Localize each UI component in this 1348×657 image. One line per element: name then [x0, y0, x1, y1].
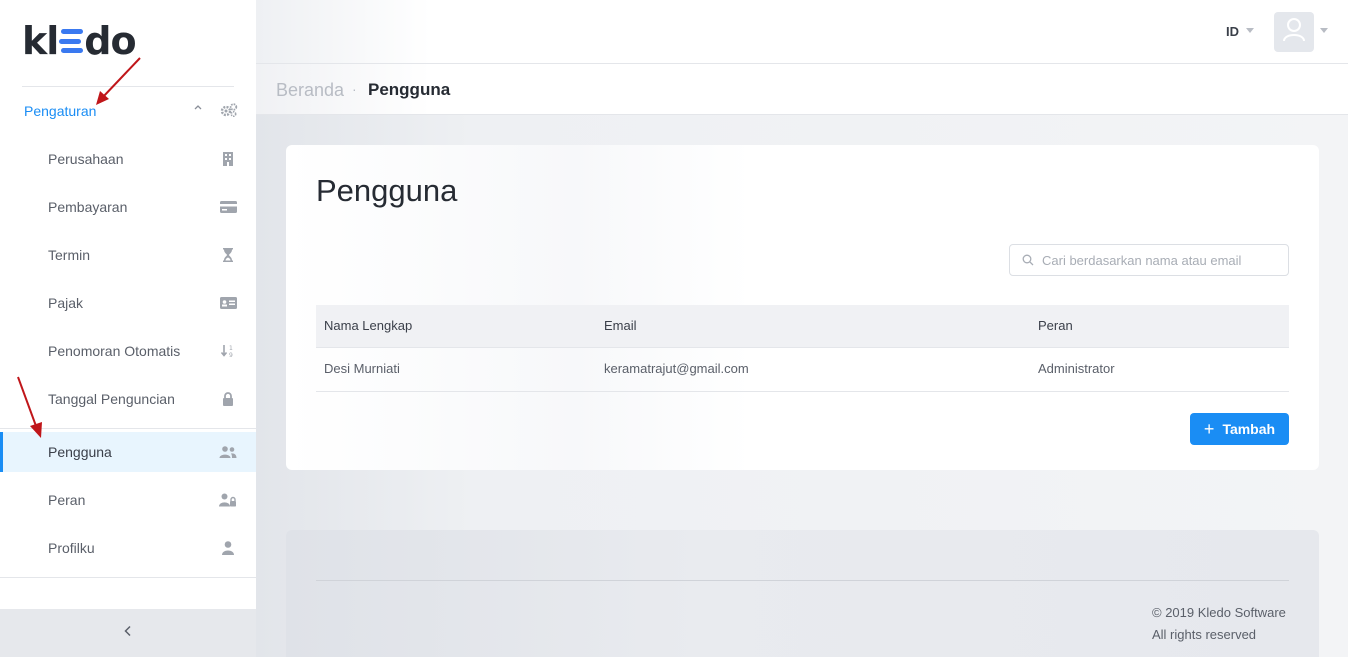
- sidebar-item-label: Peran: [48, 492, 86, 508]
- svg-text:1: 1: [229, 345, 233, 352]
- column-header-email[interactable]: Email: [604, 318, 637, 333]
- column-header-nama-lengkap[interactable]: Nama Lengkap: [324, 318, 412, 333]
- sidebar-group-pengaturan[interactable]: Pengaturan: [0, 88, 256, 134]
- gears-icon: [220, 102, 238, 123]
- page-title: Pengguna: [316, 173, 458, 208]
- svg-text:9: 9: [229, 352, 233, 358]
- add-user-button[interactable]: + Tambah: [1190, 413, 1289, 445]
- sidebar-item-label: Profilku: [48, 540, 95, 556]
- users-card: Pengguna Nama Lengkap Email Peran Desi M…: [286, 145, 1319, 470]
- sidebar-item-pembayaran[interactable]: Pembayaran: [0, 184, 256, 230]
- sidebar-item-perusahaan[interactable]: Perusahaan: [0, 136, 256, 182]
- cell-peran: Administrator: [1038, 361, 1115, 376]
- kledo-logo[interactable]: kl do: [22, 19, 137, 63]
- breadcrumb: Beranda · Pengguna: [256, 64, 1348, 115]
- table-header: Nama Lengkap Email Peran: [316, 305, 1289, 348]
- main-content: Pengguna Nama Lengkap Email Peran Desi M…: [256, 115, 1348, 657]
- sidebar-collapse-button[interactable]: [0, 609, 256, 657]
- credit-card-icon: [219, 198, 237, 216]
- building-icon: [219, 150, 237, 168]
- hourglass-icon: [219, 246, 237, 264]
- sidebar-item-label: Perusahaan: [48, 151, 124, 167]
- copyright-prefix: © 2019: [1152, 605, 1198, 620]
- top-header: ID: [256, 0, 1348, 64]
- sidebar-divider: [0, 428, 256, 429]
- caret-down-icon[interactable]: [1320, 26, 1328, 35]
- breadcrumb-home-link[interactable]: Beranda: [276, 80, 344, 101]
- sidebar-item-label: Pembayaran: [48, 199, 128, 215]
- lock-icon: [219, 390, 237, 408]
- search-box[interactable]: [1009, 244, 1289, 276]
- sidebar-item-pajak[interactable]: Pajak: [0, 280, 256, 326]
- sidebar-item-label: Pengguna: [48, 444, 112, 460]
- sidebar-item-label: Pajak: [48, 295, 84, 311]
- rights-text: All rights reserved: [1152, 627, 1257, 642]
- sidebar-item-peran[interactable]: Peran: [0, 477, 256, 523]
- breadcrumb-current: Pengguna: [368, 80, 451, 99]
- users-icon: [219, 443, 237, 461]
- sidebar-item-tanggal-penguncian[interactable]: Tanggal Penguncian: [0, 376, 256, 422]
- user-icon: [219, 539, 237, 557]
- user-outline-icon: [1283, 17, 1305, 47]
- sidebar-item-label: Termin: [48, 247, 91, 263]
- sidebar: kl do Pengaturan Perusahaan Pembayaran T…: [0, 0, 256, 657]
- logo-e-mark: [59, 29, 84, 53]
- sidebar-item-penomoran-otomatis[interactable]: Penomoran Otomatis 19: [0, 328, 256, 374]
- cell-email: keramatrajut@gmail.com: [604, 361, 749, 376]
- sidebar-divider: [0, 577, 256, 578]
- breadcrumb-separator: ·: [352, 81, 357, 97]
- user-lock-icon: [219, 491, 237, 509]
- cell-nama-lengkap: Desi Murniati: [324, 361, 400, 376]
- search-icon: [1022, 253, 1034, 271]
- plus-icon: +: [1203, 419, 1215, 439]
- table-row[interactable]: Desi Murniati keramatrajut@gmail.com Adm…: [316, 348, 1289, 392]
- avatar[interactable]: [1274, 12, 1314, 52]
- caret-down-icon[interactable]: [1246, 26, 1254, 35]
- company-link[interactable]: Kledo Software: [1198, 605, 1286, 620]
- language-selector[interactable]: ID: [1226, 24, 1239, 39]
- sidebar-item-label: Penomoran Otomatis: [48, 343, 181, 359]
- sort-numeric-icon: 19: [219, 342, 237, 360]
- users-table: Nama Lengkap Email Peran Desi Murniati k…: [316, 305, 1289, 392]
- sidebar-item-termin[interactable]: Termin: [0, 232, 256, 278]
- sidebar-item-profilku[interactable]: Profilku: [0, 525, 256, 571]
- logo-text-left: kl: [22, 19, 59, 63]
- id-card-icon: [219, 294, 237, 312]
- add-button-label: Tambah: [1222, 421, 1276, 437]
- copyright-text: © 2019 Kledo Software All rights reserve…: [1152, 602, 1286, 646]
- search-input[interactable]: [1042, 245, 1282, 275]
- sidebar-item-label: Tanggal Penguncian: [48, 391, 175, 407]
- chevron-up-icon: [193, 102, 203, 115]
- sidebar-item-pengguna[interactable]: Pengguna: [0, 432, 256, 472]
- column-header-peran[interactable]: Peran: [1038, 318, 1073, 333]
- chevron-left-icon: [123, 624, 133, 642]
- logo-divider: [22, 86, 234, 87]
- logo-text-right: do: [84, 19, 136, 63]
- footer-divider: [316, 580, 1289, 581]
- sidebar-group-label: Pengaturan: [24, 103, 97, 119]
- footer: © 2019 Kledo Software All rights reserve…: [286, 530, 1319, 657]
